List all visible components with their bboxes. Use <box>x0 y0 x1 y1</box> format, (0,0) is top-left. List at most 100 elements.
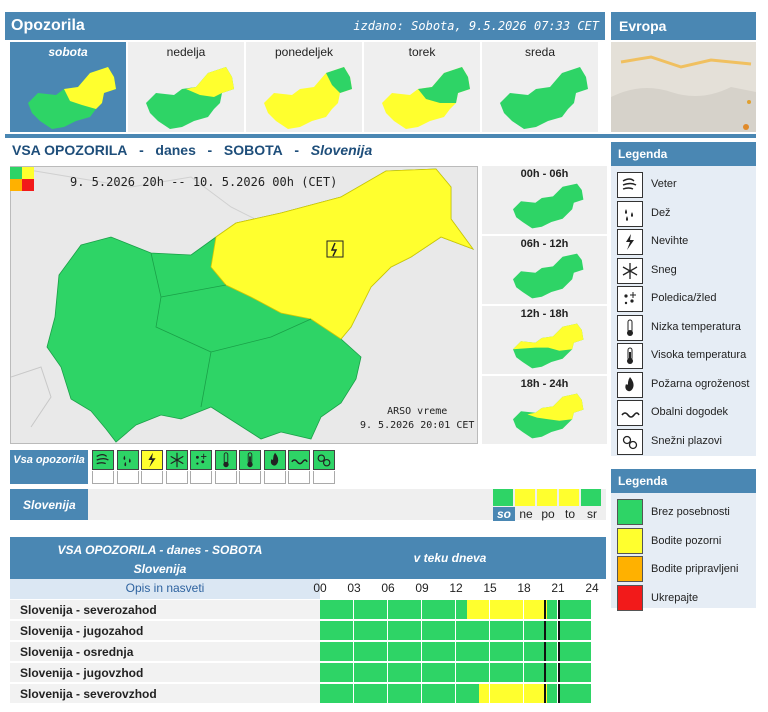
warning-type-ice-icon[interactable] <box>190 450 212 470</box>
day-abbrev[interactable]: po <box>537 507 559 521</box>
timeline-marker <box>558 642 560 661</box>
map-credit: ARSO vreme 9. 5.2026 20:01 CET <box>360 405 474 433</box>
fire-icon <box>270 452 278 466</box>
warning-type-thunderstorm-icon[interactable] <box>141 450 163 470</box>
slot-00-06[interactable]: 00h - 06h <box>482 166 607 234</box>
avalanche-icon <box>617 428 643 455</box>
warning-type-coastal-icon[interactable] <box>288 450 310 470</box>
day-level-square[interactable] <box>493 489 513 506</box>
day-level-square[interactable] <box>537 489 557 506</box>
level-label: Bodite pozorni <box>651 534 722 547</box>
day-tab-sobota[interactable]: sobota <box>10 42 126 132</box>
credit-timestamp: 9. 5.2026 20:01 CET <box>360 420 475 431</box>
legend-item-label: Poledica/žled <box>651 292 717 304</box>
warning-type-low-temperature-icon[interactable] <box>214 450 237 470</box>
timeline-cell <box>320 621 354 640</box>
level-swatch <box>617 556 643 582</box>
timeline-cell <box>490 684 524 703</box>
warning-type-snow-icon[interactable] <box>165 450 188 470</box>
timeline-cell <box>456 642 490 661</box>
slot-12-18[interactable]: 12h - 18h <box>482 306 607 374</box>
timeline-cell <box>422 621 456 640</box>
fire-icon <box>617 371 643 398</box>
europe-header[interactable]: Evropa <box>611 12 756 40</box>
legend-item-label: Dež <box>651 206 671 219</box>
description-link[interactable]: Opis in nasveti <box>10 579 320 599</box>
hour-axis: 00 03 06 09 12 15 18 21 24 <box>313 579 606 599</box>
page-title: Opozorila <box>11 17 85 34</box>
warning-map[interactable] <box>10 166 478 444</box>
timeline-row-label[interactable]: Slovenija - severovzhod <box>10 684 320 704</box>
high-temperature-icon <box>247 452 253 468</box>
slovenia-map <box>11 167 477 443</box>
timeline-row-bar[interactable] <box>320 642 592 662</box>
timeline-row-label[interactable]: Slovenija - severozahod <box>10 600 320 620</box>
coastal-icon <box>617 400 643 426</box>
title-sep: - <box>294 142 300 158</box>
timeline-row-bar[interactable] <box>320 684 592 704</box>
hour-label: 09 <box>415 581 429 595</box>
warning-type-wind-icon[interactable] <box>92 450 114 470</box>
day-tab-ponedeljek[interactable]: ponedeljek <box>246 42 362 132</box>
wind-icon <box>617 172 643 198</box>
snow-icon-glyph <box>622 262 638 279</box>
day-level-square[interactable] <box>515 489 535 506</box>
thunderstorm-icon-glyph <box>626 234 634 250</box>
timeline-marker <box>558 663 560 682</box>
title-part: danes <box>155 142 196 158</box>
timeline-marker <box>544 684 547 703</box>
warning-type-rain-icon[interactable] <box>116 450 139 470</box>
slot-label: 00h - 06h <box>520 168 569 180</box>
timeline-row-bar[interactable] <box>320 663 592 683</box>
timeline-row-label[interactable]: Slovenija - jugozahod <box>10 621 320 641</box>
warning-type-avalanche-icon[interactable] <box>312 450 335 470</box>
timeline-cell <box>354 663 388 682</box>
timeline-marker <box>558 684 560 703</box>
day-tab-torek[interactable]: torek <box>364 42 480 132</box>
europe-map-thumbnail[interactable] <box>611 42 756 132</box>
level-swatch <box>617 584 643 611</box>
timeline-cell <box>524 621 558 640</box>
ice-icon <box>617 286 643 312</box>
timeline-cell <box>456 621 490 640</box>
day-tab-nedelja[interactable]: nedelja <box>128 42 244 132</box>
slot-18-24[interactable]: 18h - 24h <box>482 376 607 444</box>
timeline-row-bar[interactable] <box>320 621 592 641</box>
day-abbrev[interactable]: sr <box>581 507 603 521</box>
ice-icon <box>195 453 207 465</box>
slot-06-12[interactable]: 06h - 12h <box>482 236 607 304</box>
high-temperature-icon <box>617 343 643 369</box>
snow-icon <box>617 257 643 284</box>
warning-type-cell <box>239 471 261 484</box>
day-abbrev[interactable]: to <box>559 507 581 521</box>
issued-timestamp: izdano: Sobota, 9.5.2026 07:33 CET <box>353 19 599 33</box>
day-abbrev[interactable]: ne <box>515 507 537 521</box>
timeline-header: VSA OPOZORILA - danes - SOBOTA Slovenija… <box>10 537 606 579</box>
slot-label: 18h - 24h <box>520 378 569 390</box>
timeline-cell <box>558 621 592 640</box>
timeline-region: Slovenija <box>133 562 187 576</box>
timeline-cell <box>388 600 422 619</box>
day-abbrev[interactable]: so <box>493 507 515 521</box>
day-tab-sreda[interactable]: sreda <box>482 42 598 132</box>
map-period: 9. 5.2026 20h -- 10. 5.2026 00h (CET) <box>70 175 338 189</box>
timeline-row-label[interactable]: Slovenija - osrednja <box>10 642 320 662</box>
rain-icon <box>123 455 131 467</box>
warning-type-high-temperature-icon[interactable] <box>239 450 261 470</box>
day-level-square[interactable] <box>581 489 601 506</box>
warning-type-fire-icon[interactable] <box>263 450 286 470</box>
hour-label: 06 <box>381 581 395 595</box>
timeline-cell <box>490 600 524 619</box>
legend-item-label: Visoka temperatura <box>651 349 747 361</box>
snow-icon <box>169 452 184 468</box>
rain-icon-glyph <box>625 208 633 221</box>
timeline-row-label[interactable]: Slovenija - jugovzhod <box>10 663 320 683</box>
timeline-row-bar[interactable] <box>320 600 592 620</box>
warning-type-cell <box>92 471 114 484</box>
divider <box>5 134 756 138</box>
day-level-square[interactable] <box>559 489 579 506</box>
timeline-title: VSA OPOZORILA - danes - SOBOTA <box>57 543 263 557</box>
warning-type-cell <box>141 471 163 484</box>
thunderstorm-icon <box>617 229 643 255</box>
timeline-marker <box>544 642 547 661</box>
